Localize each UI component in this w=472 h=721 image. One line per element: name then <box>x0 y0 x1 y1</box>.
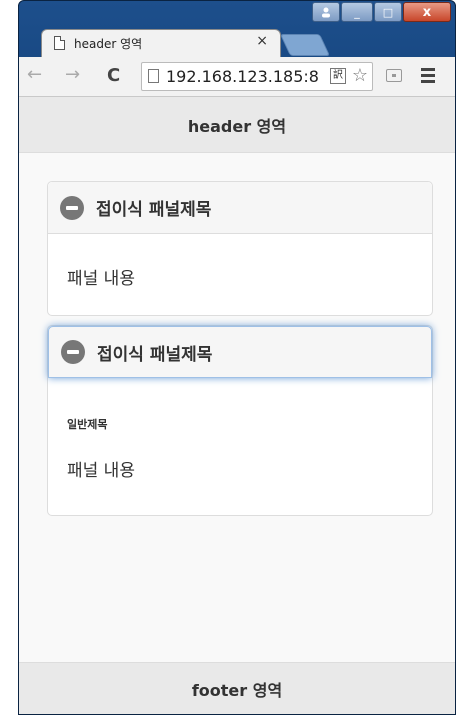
collapsible-panel-2: 접이식 패널제목 일반제목 패널 내용 <box>47 325 433 516</box>
menu-icon[interactable] <box>421 68 435 86</box>
page-icon <box>148 69 159 83</box>
minimize-button[interactable]: _ <box>341 2 373 22</box>
user-icon[interactable] <box>312 2 340 22</box>
title-bar: header 영역 × _ □ x <box>19 1 455 57</box>
page-content: header 영역 접이식 패널제목 패널 내용 접이식 패널제목 일반제목 패… <box>19 97 455 714</box>
panel-title: 접이식 패널제목 <box>96 200 212 220</box>
extension-icon[interactable] <box>386 69 402 82</box>
url-text[interactable]: 192.168.123.185:8 <box>166 67 319 86</box>
panel-content-text: 패널 내용 <box>67 269 135 289</box>
panel-heading[interactable]: 접이식 패널제목 <box>48 182 432 234</box>
page-header: header 영역 <box>19 97 455 153</box>
forward-icon[interactable]: → <box>65 64 80 85</box>
collapse-icon[interactable] <box>60 195 84 220</box>
translate-icon[interactable]: 訳 <box>330 68 346 84</box>
address-bar[interactable]: 192.168.123.185:8 訳 ☆ <box>141 62 373 91</box>
panel-content-text: 패널 내용 <box>67 461 135 481</box>
panel-body: 패널 내용 <box>48 234 432 289</box>
page-icon <box>54 36 65 50</box>
window-controls: _ □ x <box>312 2 451 24</box>
panel-title: 접이식 패널제목 <box>97 344 213 365</box>
page-footer: footer 영역 <box>19 662 455 714</box>
bookmark-star-icon[interactable]: ☆ <box>352 65 368 86</box>
browser-window: header 영역 × _ □ x ← → C 192.168.123.185:… <box>18 0 456 715</box>
maximize-button[interactable]: □ <box>374 2 402 22</box>
tab-header[interactable]: header 영역 × <box>41 29 281 57</box>
reload-icon[interactable]: C <box>107 65 120 86</box>
collapsible-panel-1: 접이식 패널제목 패널 내용 <box>47 181 433 316</box>
close-button[interactable]: x <box>403 2 451 22</box>
collapse-icon[interactable] <box>61 340 85 364</box>
new-tab-button[interactable] <box>279 34 331 56</box>
panel-heading[interactable]: 접이식 패널제목 <box>48 326 432 378</box>
back-icon[interactable]: ← <box>27 64 42 85</box>
tab-title: header 영역 <box>74 37 143 51</box>
browser-toolbar: ← → C 192.168.123.185:8 訳 ☆ <box>19 57 455 97</box>
panel-body: 일반제목 패널 내용 <box>48 378 432 481</box>
tab-close-icon[interactable]: × <box>256 33 268 49</box>
panel-subheading: 일반제목 <box>67 418 108 431</box>
